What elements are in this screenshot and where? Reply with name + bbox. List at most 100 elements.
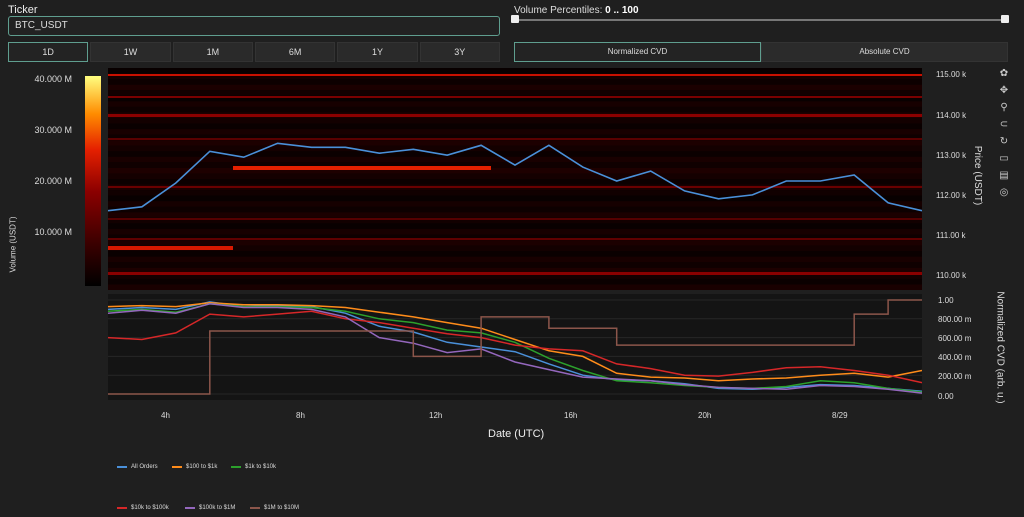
heatmap-row — [108, 123, 922, 130]
x-tick: 4h — [161, 411, 170, 420]
price-tick: 113.00 k — [936, 151, 967, 160]
pan-icon[interactable]: ✥ — [997, 84, 1011, 98]
reset-icon[interactable]: ↻ — [997, 135, 1011, 149]
percentiles-slider-max-handle[interactable] — [1001, 15, 1009, 23]
liquidity-band — [108, 186, 922, 188]
heatmap-row — [108, 173, 922, 179]
legend-swatch — [250, 507, 260, 509]
legend-swatch — [117, 466, 127, 468]
range-button-1y[interactable]: 1Y — [337, 42, 418, 62]
heatmap-row — [108, 117, 922, 124]
colorbar-title: Volume (USDT) — [8, 216, 18, 273]
x-tick: 8h — [296, 411, 305, 420]
legend-item[interactable]: $1M to $10M — [250, 505, 299, 511]
heatmap-row — [108, 106, 922, 113]
color-wheel-icon[interactable]: ✿ — [997, 67, 1011, 81]
ticker-input[interactable]: BTC_USDT — [8, 16, 500, 36]
heatmap-row — [108, 201, 922, 207]
heatmap-row — [108, 190, 922, 196]
lasso-icon[interactable]: ⊂ — [997, 118, 1011, 132]
colorbar-tick: 40.000 M — [34, 74, 72, 84]
heatmap-row — [108, 240, 922, 246]
cvd-axis-title: Normalized CVD (arb. u.) — [994, 291, 1006, 404]
heatmap-row — [108, 284, 922, 290]
legend-item[interactable]: $100 to $1k — [172, 464, 217, 470]
liquidity-band — [108, 246, 233, 250]
plot-toolbar: ✿ ✥ ⚲ ⊂ ↻ ▭ ▤ ◎ — [994, 64, 1014, 224]
heatmap-row — [108, 140, 922, 146]
percentiles-slider-min-handle[interactable] — [511, 15, 519, 23]
cvd-mode-selector: Normalized CVD Absolute CVD — [514, 42, 1008, 62]
heatmap-row — [108, 68, 922, 74]
cvd-tick: 1.00 — [938, 296, 954, 305]
save-icon[interactable]: ▭ — [997, 152, 1011, 166]
price-tick: 114.00 k — [936, 111, 967, 120]
cvd-tick: 200.00 m — [938, 372, 972, 381]
range-button-3y[interactable]: 3Y — [419, 42, 500, 62]
x-tick: 20h — [698, 411, 712, 420]
cvd-tick: 800.00 m — [938, 315, 972, 324]
legend-swatch — [231, 466, 241, 468]
volume-colorbar — [85, 76, 101, 286]
price-tick: 112.00 k — [936, 191, 967, 200]
legend-label: $1k to $10k — [245, 464, 277, 470]
liquidity-band — [108, 96, 922, 98]
percentiles-range: 0 .. 100 — [605, 5, 639, 16]
heatmap-cells — [108, 68, 922, 290]
heatmap-row — [108, 129, 922, 135]
normalized-cvd-button[interactable]: Normalized CVD — [514, 42, 761, 62]
target-icon[interactable]: ◎ — [997, 186, 1011, 200]
legend-swatch — [185, 507, 195, 509]
price-tick: 110.00 k — [936, 271, 967, 280]
x-tick: 16h — [564, 411, 578, 420]
absolute-cvd-button[interactable]: Absolute CVD — [761, 42, 1008, 62]
comment-icon[interactable]: ▤ — [997, 169, 1011, 183]
heatmap-row — [108, 195, 922, 202]
legend-label: $100k to $1M — [199, 505, 236, 511]
zoom-icon[interactable]: ⚲ — [997, 101, 1011, 115]
liquidity-band — [108, 218, 922, 220]
legend-label: All Orders — [131, 464, 158, 470]
x-tick: 8/29 — [832, 411, 848, 420]
percentiles-label: Volume Percentiles: 0 .. 100 — [514, 5, 639, 16]
legend-label: $1M to $10M — [264, 505, 300, 511]
x-axis-title: Date (UTC) — [488, 428, 545, 440]
heatmap-row — [108, 223, 922, 229]
cvd-gridlines — [108, 299, 922, 395]
legend-item[interactable]: $1k to $10k — [231, 464, 276, 470]
range-button-1d[interactable]: 1D — [8, 42, 89, 62]
price-tick: 111.00 k — [936, 231, 966, 240]
percentiles-slider-track[interactable] — [514, 19, 1008, 21]
percentiles-title: Volume Percentiles: — [514, 5, 603, 16]
liquidity-band — [108, 138, 922, 140]
heatmap-row — [108, 79, 922, 85]
legend-label: $10k to $100k — [131, 505, 169, 511]
legend-item[interactable]: All Orders — [117, 464, 158, 470]
heatmap-row — [108, 212, 922, 218]
legend-label: $100 to $1k — [186, 464, 218, 470]
heatmap-row — [108, 90, 922, 96]
heatmap-row — [108, 256, 922, 263]
legend-item[interactable]: $10k to $100k — [117, 505, 169, 511]
cvd-chart[interactable] — [108, 294, 922, 400]
price-tick: 115.00 k — [936, 70, 967, 79]
order-book-heatmap[interactable] — [108, 68, 922, 290]
cvd-series — [108, 299, 922, 395]
cvd-tick: 400.00 m — [938, 353, 972, 362]
price-axis-title: Price (USDT) — [972, 145, 984, 206]
colorbar-tick: 10.000 M — [34, 227, 72, 237]
heatmap-row — [108, 167, 922, 174]
heatmap-row — [108, 251, 922, 257]
liquidity-band — [108, 272, 922, 275]
colorbar-tick: 30.000 M — [34, 125, 72, 135]
heatmap-row — [108, 262, 922, 268]
range-button-6m[interactable]: 6M — [254, 42, 336, 62]
range-button-1m[interactable]: 1M — [172, 42, 253, 62]
liquidity-band — [108, 238, 922, 240]
legend-item[interactable]: $100k to $1M — [185, 505, 235, 511]
cvd-tick: 0.00 — [938, 392, 954, 401]
range-selector: 1D 1W 1M 6M 1Y 3Y — [8, 42, 500, 62]
range-button-1w[interactable]: 1W — [90, 42, 171, 62]
cvd-series-line — [108, 310, 922, 384]
liquidity-band — [108, 74, 922, 76]
